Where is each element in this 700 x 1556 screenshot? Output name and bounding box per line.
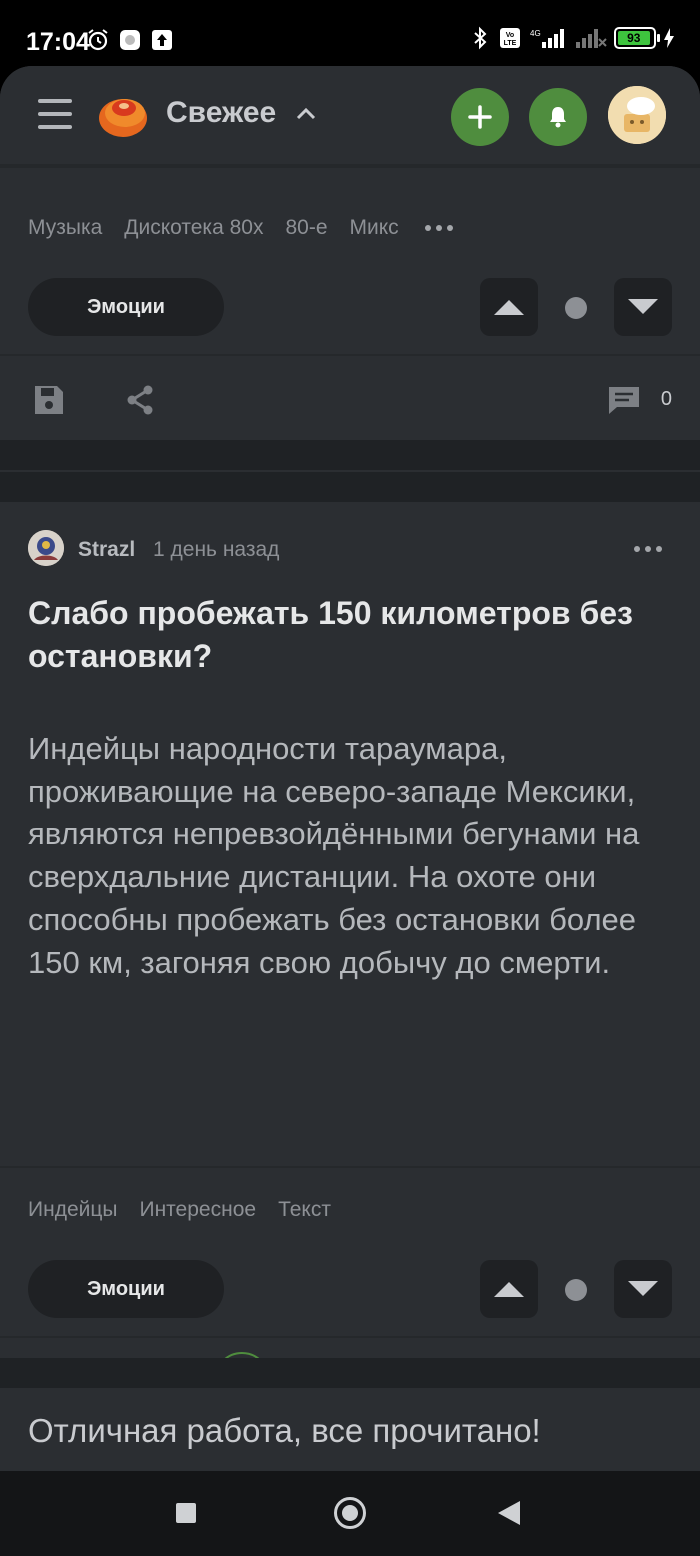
divider — [0, 1166, 700, 1168]
post-title[interactable]: Слабо пробежать 150 километров без остан… — [28, 592, 668, 678]
save-icon[interactable] — [29, 380, 69, 420]
system-nav-bar — [0, 1471, 700, 1556]
battery-indicator: 93 — [614, 27, 660, 49]
arrow-down-icon — [628, 1281, 658, 1296]
more-options-icon[interactable] — [634, 546, 662, 552]
bell-icon — [550, 107, 566, 128]
comments-icon[interactable] — [604, 380, 644, 420]
post-divider — [0, 472, 700, 502]
signal-icon: 4G — [528, 26, 568, 50]
menu-icon[interactable] — [38, 99, 72, 129]
tag[interactable]: Музыка — [28, 216, 102, 240]
plus-icon — [468, 105, 492, 129]
app-notification-icon — [118, 28, 142, 52]
upload-icon — [150, 28, 174, 52]
emotions-button[interactable]: Эмоции — [28, 278, 224, 336]
volte-icon: Vo LTE — [498, 26, 522, 50]
upvote-button[interactable] — [480, 1260, 538, 1318]
recent-apps-button[interactable] — [176, 1503, 196, 1523]
arrow-down-icon — [628, 299, 658, 314]
home-button[interactable] — [334, 1497, 366, 1529]
comment-count[interactable]: 0 — [661, 388, 672, 411]
app-container: Свежее Музыка Дискотека 80х 80-е Микс Эм… — [0, 66, 700, 1471]
tag[interactable]: Текст — [278, 1198, 331, 1222]
back-button[interactable] — [498, 1501, 520, 1525]
arrow-up-icon — [494, 1282, 524, 1297]
downvote-button[interactable] — [614, 278, 672, 336]
tag[interactable]: Интересное — [139, 1198, 256, 1222]
signal-weak-icon — [574, 26, 608, 50]
post-divider — [0, 440, 700, 470]
svg-text:4G: 4G — [530, 29, 541, 38]
notifications-button[interactable] — [529, 88, 587, 146]
post-tags: Индейцы Интересное Текст — [28, 1198, 331, 1222]
rating-dot — [565, 297, 587, 319]
post-time: 1 день назад — [153, 538, 280, 561]
charging-icon — [662, 26, 676, 50]
feed-end-text: Отличная работа, все прочитано! — [28, 1412, 541, 1449]
app-header: Свежее — [0, 66, 700, 166]
post-actions: 0 — [0, 354, 700, 442]
status-time: 17:04 — [26, 28, 90, 56]
rating-dot — [565, 1279, 587, 1301]
post-divider — [0, 1358, 700, 1388]
post-tags: Музыка Дискотека 80х 80-е Микс — [28, 216, 453, 240]
bluetooth-icon — [468, 26, 492, 50]
tag[interactable]: Микс — [350, 216, 399, 240]
upvote-button[interactable] — [480, 278, 538, 336]
svg-text:LTE: LTE — [504, 40, 517, 47]
chevron-up-icon[interactable] — [296, 106, 316, 125]
feed-title[interactable]: Свежее — [166, 96, 276, 130]
post-card: Музыка Дискотека 80х 80-е Микс Эмоции 0 — [0, 166, 700, 440]
downvote-button[interactable] — [614, 1260, 672, 1318]
pikabu-logo[interactable] — [96, 90, 150, 140]
feed-end-message: Отличная работа, все прочитано! — [0, 1388, 700, 1471]
user-avatar[interactable] — [608, 86, 666, 144]
tag[interactable]: Индейцы — [28, 1198, 117, 1222]
author-name[interactable]: Strazl — [78, 538, 135, 562]
alarm-icon — [86, 28, 110, 52]
tag[interactable]: 80-е — [285, 216, 327, 240]
emotions-button[interactable]: Эмоции — [28, 1260, 224, 1318]
arrow-up-icon — [494, 300, 524, 315]
more-tags-icon[interactable] — [421, 216, 453, 240]
add-post-button[interactable] — [451, 88, 509, 146]
share-icon[interactable] — [120, 380, 160, 420]
tag[interactable]: Дискотека 80х — [124, 216, 263, 240]
post-body: Индейцы народности тараумара, проживающи… — [28, 731, 640, 980]
author-avatar[interactable] — [28, 530, 64, 566]
post-card: Strazl 1 день назад Слабо пробежать 150 … — [0, 502, 700, 1408]
svg-text:Vo: Vo — [506, 32, 514, 39]
battery-level: 93 — [618, 31, 650, 45]
